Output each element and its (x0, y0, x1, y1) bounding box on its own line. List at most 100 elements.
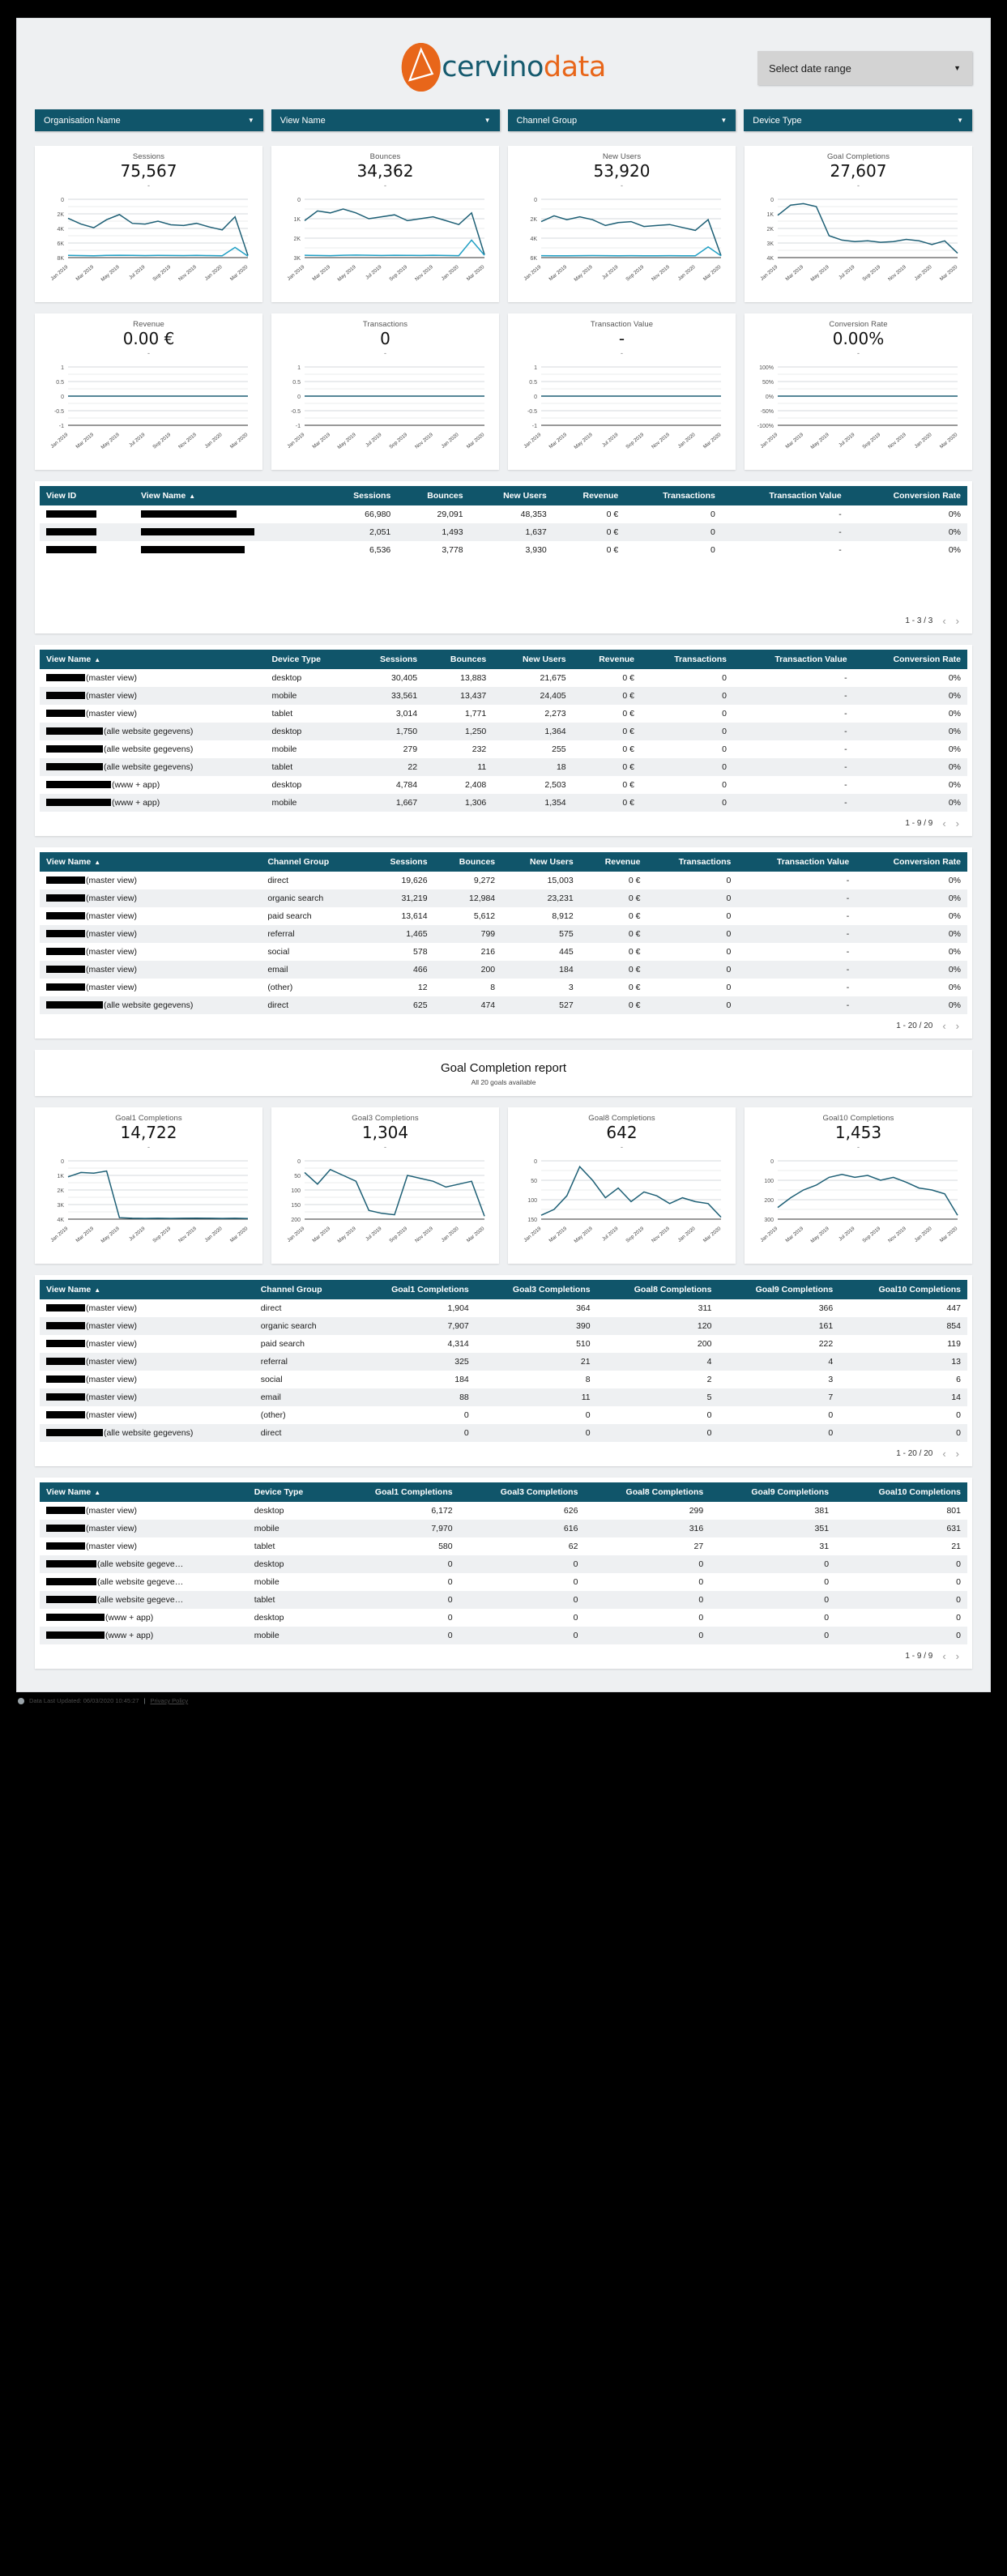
table-row[interactable]: (master view) desktop 30,405 13,883 21,675 0 … (40, 669, 967, 687)
col-goal10-completions[interactable]: Goal10 Completions (835, 1482, 967, 1502)
channel-table-pager: 1 - 20 / 20 ‹ › (40, 1014, 967, 1035)
col-revenue[interactable]: Revenue (553, 486, 625, 505)
filter-device-type[interactable]: Device Type ▼ (744, 109, 972, 131)
col-goal10-completions[interactable]: Goal10 Completions (839, 1280, 967, 1299)
table-row[interactable]: (master view) email 466 200 184 0 € 0 - 0% (40, 961, 967, 979)
prev-page-icon[interactable]: ‹ (942, 1020, 945, 1032)
col-revenue[interactable]: Revenue (579, 852, 647, 872)
col-sessions[interactable]: Sessions (352, 650, 425, 669)
col-new-users[interactable]: New Users (493, 650, 573, 669)
col-goal3-completions[interactable]: Goal3 Completions (475, 1280, 597, 1299)
table-card-goal-device: View Name ▲ Device Type Goal1 Completions… (35, 1478, 972, 1669)
table-row[interactable]: 6,536 3,778 3,930 0 € 0 - 0% (40, 541, 967, 559)
table-row[interactable]: (master view) email 88 11 5 7 14 (40, 1388, 967, 1406)
privacy-policy-link[interactable]: Privacy Policy (150, 1697, 188, 1704)
col-conversion-rate[interactable]: Conversion Rate (847, 486, 967, 505)
table-row[interactable]: (www + app) mobile 0 0 0 0 0 (40, 1627, 967, 1644)
table-row[interactable]: (master view) mobile 33,561 13,437 24,405 0 €… (40, 687, 967, 705)
svg-text:Mar 2020: Mar 2020 (228, 1226, 249, 1244)
next-page-icon[interactable]: › (956, 615, 959, 627)
col-view-name[interactable]: View Name ▲ (134, 486, 323, 505)
col-device-type[interactable]: Device Type (265, 650, 353, 669)
col-transactions[interactable]: Transactions (641, 650, 733, 669)
col-device-type[interactable]: Device Type (247, 1482, 334, 1502)
cell-transaction-value: - (844, 691, 847, 701)
table-row[interactable]: (alle website gegevens) mobile 279 232 255 0 … (40, 740, 967, 758)
kpi-comparison: - (147, 349, 150, 357)
col-sessions[interactable]: Sessions (364, 852, 434, 872)
col-bounces[interactable]: Bounces (424, 650, 493, 669)
table-row[interactable]: 66,980 29,091 48,353 0 € 0 - 0% (40, 505, 967, 523)
table-row[interactable]: (master view) social 578 216 445 0 € 0 - 0% (40, 943, 967, 961)
prev-page-icon[interactable]: ‹ (942, 817, 945, 830)
col-bounces[interactable]: Bounces (433, 852, 502, 872)
col-conversion-rate[interactable]: Conversion Rate (853, 650, 967, 669)
date-range-selector[interactable]: Select date range ▼ (757, 51, 972, 85)
table-row[interactable]: (master view) mobile 7,970 616 316 351 631 (40, 1520, 967, 1537)
col-sessions[interactable]: Sessions (322, 486, 398, 505)
table-row[interactable]: (master view) direct 19,626 9,272 15,003 0 € 0… (40, 872, 967, 889)
prev-page-icon[interactable]: ‹ (942, 615, 945, 627)
table-row[interactable]: (www + app) mobile 1,667 1,306 1,354 0 € 0 - 0% (40, 794, 967, 812)
next-page-icon[interactable]: › (956, 1650, 959, 1662)
col-channel-group[interactable]: Channel Group (261, 852, 365, 872)
col-transactions[interactable]: Transactions (646, 852, 738, 872)
table-row[interactable]: (master view) (other) 0 0 0 0 0 (40, 1406, 967, 1424)
col-new-users[interactable]: New Users (501, 852, 580, 872)
filter-organisation-name[interactable]: Organisation Name ▼ (35, 109, 263, 131)
table-row[interactable]: (www + app) desktop 0 0 0 0 0 (40, 1609, 967, 1627)
col-view-name[interactable]: View Name ▲ (40, 650, 266, 669)
next-page-icon[interactable]: › (956, 817, 959, 830)
table-row[interactable]: (alle website gegevens) direct 0 0 0 0 0 (40, 1424, 967, 1442)
col-bounces[interactable]: Bounces (397, 486, 470, 505)
col-goal9-completions[interactable]: Goal9 Completions (718, 1280, 840, 1299)
table-row[interactable]: (alle website gegeve… tablet 0 0 0 0 0 (40, 1591, 967, 1609)
col-goal8-completions[interactable]: Goal8 Completions (584, 1482, 710, 1502)
table-row[interactable]: (master view) referral 1,465 799 575 0 € 0 - 0% (40, 925, 967, 943)
svg-text:Nov 2019: Nov 2019 (414, 264, 434, 283)
filter-channel-group[interactable]: Channel Group ▼ (507, 109, 736, 131)
table-row[interactable]: (alle website gegevens) tablet 22 11 18 0 € 0 -… (40, 758, 967, 776)
svg-text:Nov 2019: Nov 2019 (651, 1226, 671, 1244)
col-transaction-value[interactable]: Transaction Value (721, 486, 848, 505)
col-conversion-rate[interactable]: Conversion Rate (856, 852, 967, 872)
next-page-icon[interactable]: › (956, 1020, 959, 1032)
col-new-users[interactable]: New Users (469, 486, 553, 505)
table-row[interactable]: (master view) social 184 8 2 3 6 (40, 1371, 967, 1388)
table-row[interactable]: (master view) paid search 13,614 5,612 8,912… (40, 907, 967, 925)
prev-page-icon[interactable]: ‹ (942, 1448, 945, 1460)
table-row[interactable]: (alle website gegeve… desktop 0 0 0 0 0 (40, 1555, 967, 1573)
table-row[interactable]: (master view) paid search 4,314 510 200 222 11… (40, 1335, 967, 1353)
table-row[interactable]: (master view) tablet 3,014 1,771 2,273 0 € 0 - 0… (40, 705, 967, 723)
table-row[interactable]: (alle website gegeve… mobile 0 0 0 0 0 (40, 1573, 967, 1591)
col-goal1-completions[interactable]: Goal1 Completions (333, 1482, 459, 1502)
table-row[interactable]: (master view) organic search 7,907 390 120 16… (40, 1317, 967, 1335)
col-view-name[interactable]: View Name ▲ (40, 1280, 254, 1299)
col-goal1-completions[interactable]: Goal1 Completions (353, 1280, 476, 1299)
table-row[interactable]: (master view) referral 325 21 4 4 13 (40, 1353, 967, 1371)
next-page-icon[interactable]: › (956, 1448, 959, 1460)
col-transaction-value[interactable]: Transaction Value (737, 852, 856, 872)
table-row[interactable]: (master view) tablet 580 62 27 31 21 (40, 1537, 967, 1555)
col-revenue[interactable]: Revenue (572, 650, 641, 669)
col-goal3-completions[interactable]: Goal3 Completions (459, 1482, 585, 1502)
table-row[interactable]: (master view) desktop 6,172 626 299 381 801 (40, 1502, 967, 1520)
col-transactions[interactable]: Transactions (625, 486, 722, 505)
col-goal8-completions[interactable]: Goal8 Completions (596, 1280, 719, 1299)
col-view-name[interactable]: View Name ▲ (40, 1482, 248, 1502)
table-row[interactable]: (master view) direct 1,904 364 311 366 447 (40, 1299, 967, 1317)
col-view-name[interactable]: View Name ▲ (40, 852, 262, 872)
table-row[interactable]: (master view) (other) 12 8 3 0 € 0 - 0% (40, 979, 967, 996)
table-row[interactable]: 2,051 1,493 1,637 0 € 0 - 0% (40, 523, 967, 541)
table-row[interactable]: (alle website gegevens) direct 625 474 527 0 … (40, 996, 967, 1014)
col-channel-group[interactable]: Channel Group (254, 1280, 354, 1299)
table-row[interactable]: (master view) organic search 31,219 12,984 2… (40, 889, 967, 907)
col-view-id[interactable]: View ID (40, 486, 134, 505)
cell-view-name: (alle website gegevens) (40, 1424, 254, 1442)
col-goal9-completions[interactable]: Goal9 Completions (710, 1482, 836, 1502)
table-row[interactable]: (alle website gegevens) desktop 1,750 1,250… (40, 723, 967, 740)
col-transaction-value[interactable]: Transaction Value (733, 650, 854, 669)
prev-page-icon[interactable]: ‹ (942, 1650, 945, 1662)
filter-view-name[interactable]: View Name ▼ (271, 109, 500, 131)
table-row[interactable]: (www + app) desktop 4,784 2,408 2,503 0 € 0 - 0% (40, 776, 967, 794)
